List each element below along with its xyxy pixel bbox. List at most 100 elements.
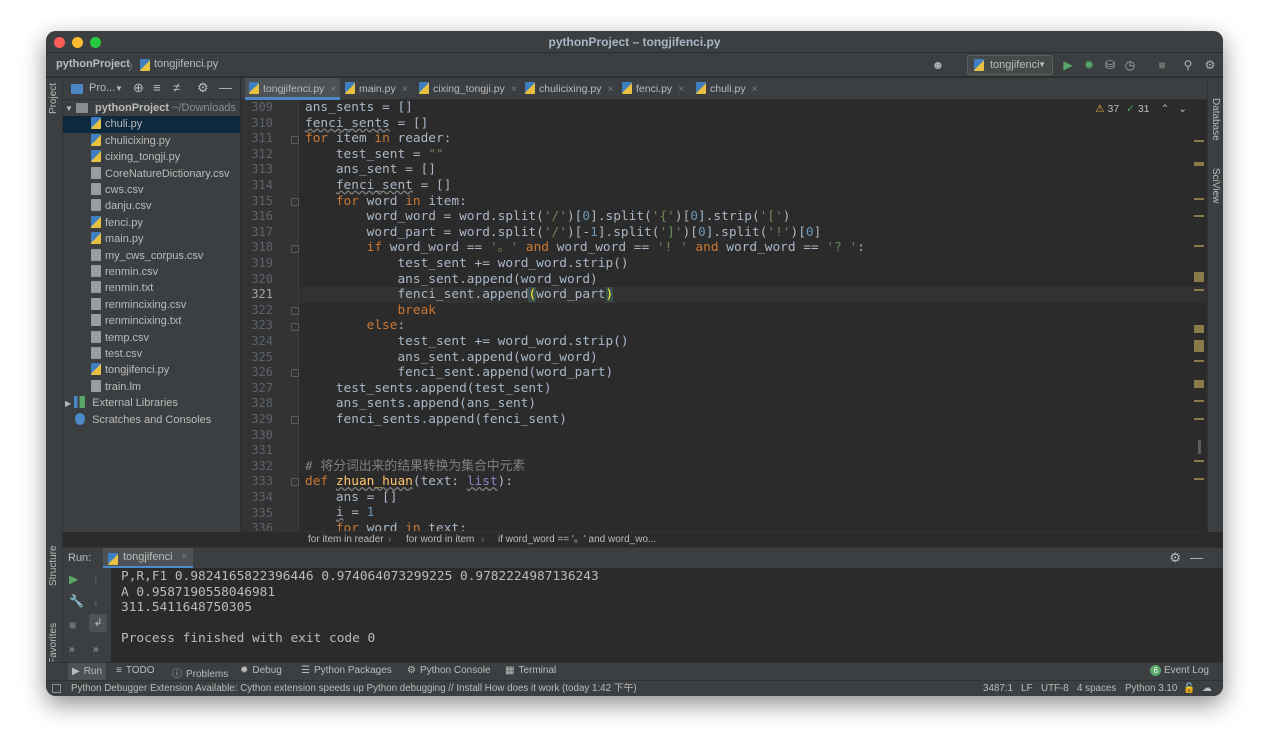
- fold-marker-icon[interactable]: [291, 323, 299, 331]
- tree-file-item[interactable]: cixing_tongji.py: [63, 149, 240, 165]
- bottom-tab-python-packages[interactable]: ☰ Python Packages: [301, 665, 392, 676]
- favorites-tool-tab[interactable]: Favorites: [48, 623, 59, 664]
- status-message[interactable]: Python Debugger Extension Available: Cyt…: [71, 681, 637, 696]
- tab-chulicixing[interactable]: chulicixing.py ×: [521, 78, 618, 100]
- bottom-tab-debug[interactable]: ✹ Debug: [240, 665, 282, 676]
- soft-wrap-icon[interactable]: ↲: [89, 614, 107, 632]
- search-icon[interactable]: ⚲: [1180, 57, 1196, 73]
- stop-icon[interactable]: ■: [1154, 57, 1170, 73]
- tree-file-item[interactable]: chuli.py: [63, 116, 240, 133]
- close-icon[interactable]: ×: [511, 83, 517, 95]
- breadcrumb-item-0[interactable]: for item in reader: [308, 532, 384, 547]
- coverage-icon[interactable]: ⛁: [1102, 57, 1118, 73]
- close-icon[interactable]: ×: [678, 83, 684, 95]
- profile-icon[interactable]: ◷: [1122, 57, 1138, 73]
- locate-icon[interactable]: ⊕: [133, 80, 144, 96]
- tree-file-item[interactable]: main.py: [63, 231, 240, 247]
- bottom-tab-terminal[interactable]: ▦ Terminal: [505, 665, 556, 676]
- bottom-tab-problems[interactable]: ⓘ Problems: [172, 665, 228, 680]
- tab-chuli[interactable]: chuli.py ×: [692, 78, 762, 100]
- arrow-down-icon[interactable]: ↓: [93, 594, 99, 608]
- tree-file-item[interactable]: cws.csv: [63, 182, 240, 198]
- tree-file-item[interactable]: temp.csv: [63, 330, 240, 346]
- fold-marker-icon[interactable]: [291, 136, 299, 144]
- lock-icon[interactable]: 🔓: [1183, 681, 1195, 696]
- fold-marker-icon[interactable]: [291, 307, 299, 315]
- tree-file-item[interactable]: tongjifenci.py: [63, 362, 240, 378]
- tree-file-item[interactable]: my_cws_corpus.csv: [63, 248, 240, 264]
- project-panel-title[interactable]: Pro...: [89, 82, 115, 94]
- sciview-tool-tab[interactable]: SciView: [1210, 168, 1221, 203]
- stop-icon[interactable]: ■: [69, 618, 76, 632]
- tree-file-item[interactable]: fenci.py: [63, 215, 240, 231]
- tree-file-item[interactable]: renmincixing.txt: [63, 313, 240, 329]
- collapse-all-icon[interactable]: ≠: [173, 80, 180, 95]
- run-config-select[interactable]: tongjifenci ▼: [967, 55, 1053, 75]
- tree-root[interactable]: ▼ pythonProject ~/Downloads: [63, 100, 240, 116]
- bottom-tab-python-console[interactable]: ⚙ Python Console: [407, 665, 491, 676]
- tree-file-item[interactable]: renmincixing.csv: [63, 297, 240, 313]
- tree-file-item[interactable]: test.csv: [63, 346, 240, 362]
- run-tab[interactable]: tongjifenci ×: [103, 548, 193, 569]
- breadcrumb-item-1[interactable]: for word in item: [406, 532, 474, 547]
- notification-icon[interactable]: ☁: [1202, 681, 1212, 696]
- gear-icon[interactable]: ⚙: [1202, 57, 1218, 73]
- close-icon[interactable]: ×: [607, 83, 613, 95]
- fold-marker-icon[interactable]: [291, 369, 299, 377]
- more-icon[interactable]: »: [93, 644, 99, 655]
- inspection-widget[interactable]: ⚠ 37 ✓ 31 ⌃ ⌄: [1095, 103, 1187, 115]
- tree-file-item[interactable]: renmin.csv: [63, 264, 240, 280]
- user-icon[interactable]: ☻: [930, 57, 946, 73]
- nav-project[interactable]: pythonProject: [56, 58, 130, 70]
- hide-panel-icon[interactable]: —: [219, 80, 232, 95]
- event-log-tab[interactable]: 6 Event Log: [1150, 665, 1209, 676]
- tree-file-item[interactable]: danju.csv: [63, 198, 240, 214]
- debug-icon[interactable]: ✹: [1081, 57, 1097, 73]
- gear-icon[interactable]: ⚙: [197, 80, 209, 96]
- structure-tool-tab[interactable]: Structure: [48, 545, 59, 586]
- chevron-down-icon[interactable]: ⌄: [1178, 103, 1187, 115]
- nav-file[interactable]: tongjifenci.py: [154, 58, 218, 70]
- more-icon[interactable]: »: [69, 644, 75, 655]
- cursor-position[interactable]: 3487:1: [983, 681, 1013, 696]
- close-icon[interactable]: ×: [402, 83, 408, 95]
- expand-all-icon[interactable]: ≡: [153, 80, 161, 95]
- bottom-tab-todo[interactable]: ≡ TODO: [116, 665, 155, 676]
- tab-main[interactable]: main.py ×: [341, 78, 412, 100]
- project-tool-tab[interactable]: Project: [48, 83, 59, 114]
- code-editor[interactable]: 309 310 311 312 313 314 315 316 317 318 319 320 321 3…: [241, 100, 1207, 531]
- tree-file-item[interactable]: chulicixing.py: [63, 133, 240, 149]
- fold-marker-icon[interactable]: [291, 416, 299, 424]
- chevron-down-icon[interactable]: ▼: [115, 84, 123, 93]
- tree-file-item[interactable]: train.lm: [63, 379, 240, 395]
- close-window-button[interactable]: [54, 37, 65, 48]
- tree-file-item[interactable]: CoreNatureDictionary.csv: [63, 166, 240, 182]
- file-encoding[interactable]: UTF-8: [1041, 681, 1069, 696]
- breadcrumb-item-2[interactable]: if word_word == '。' and word_wo...: [498, 532, 656, 547]
- tree-external-libraries[interactable]: ▶ External Libraries: [63, 395, 240, 411]
- close-icon[interactable]: ×: [181, 551, 187, 563]
- bottom-tab-run[interactable]: ▶ Run: [68, 663, 107, 680]
- python-interpreter[interactable]: Python 3.10: [1125, 681, 1177, 696]
- fold-marker-icon[interactable]: [291, 198, 299, 206]
- zoom-window-button[interactable]: [90, 37, 101, 48]
- tab-tongjifenci[interactable]: tongjifenci.py ×: [245, 78, 341, 100]
- chevron-up-icon[interactable]: ⌃: [1160, 103, 1169, 115]
- close-icon[interactable]: ×: [330, 83, 336, 95]
- tree-file-item[interactable]: renmin.txt: [63, 280, 240, 296]
- gear-icon[interactable]: ⚙: [1169, 550, 1181, 566]
- minimize-window-button[interactable]: [72, 37, 83, 48]
- tab-cixing_tongji[interactable]: cixing_tongji.py ×: [415, 78, 521, 100]
- indent-setting[interactable]: 4 spaces: [1077, 681, 1116, 696]
- arrow-up-icon[interactable]: ↑: [93, 572, 99, 586]
- database-tool-tab[interactable]: Database: [1210, 98, 1221, 141]
- wrench-icon[interactable]: 🔧: [69, 594, 84, 608]
- run-icon[interactable]: ▶: [1060, 57, 1076, 73]
- fold-marker-icon[interactable]: [291, 478, 299, 486]
- tab-fenci[interactable]: fenci.py ×: [618, 78, 688, 100]
- tree-scratches[interactable]: Scratches and Consoles: [63, 412, 240, 428]
- hide-panel-icon[interactable]: —: [1190, 550, 1203, 565]
- run-console-output[interactable]: P,R,F1 0.9824165822396446 0.974064073299…: [111, 568, 1207, 662]
- line-separator[interactable]: LF: [1021, 681, 1032, 696]
- error-stripe[interactable]: [1194, 100, 1204, 531]
